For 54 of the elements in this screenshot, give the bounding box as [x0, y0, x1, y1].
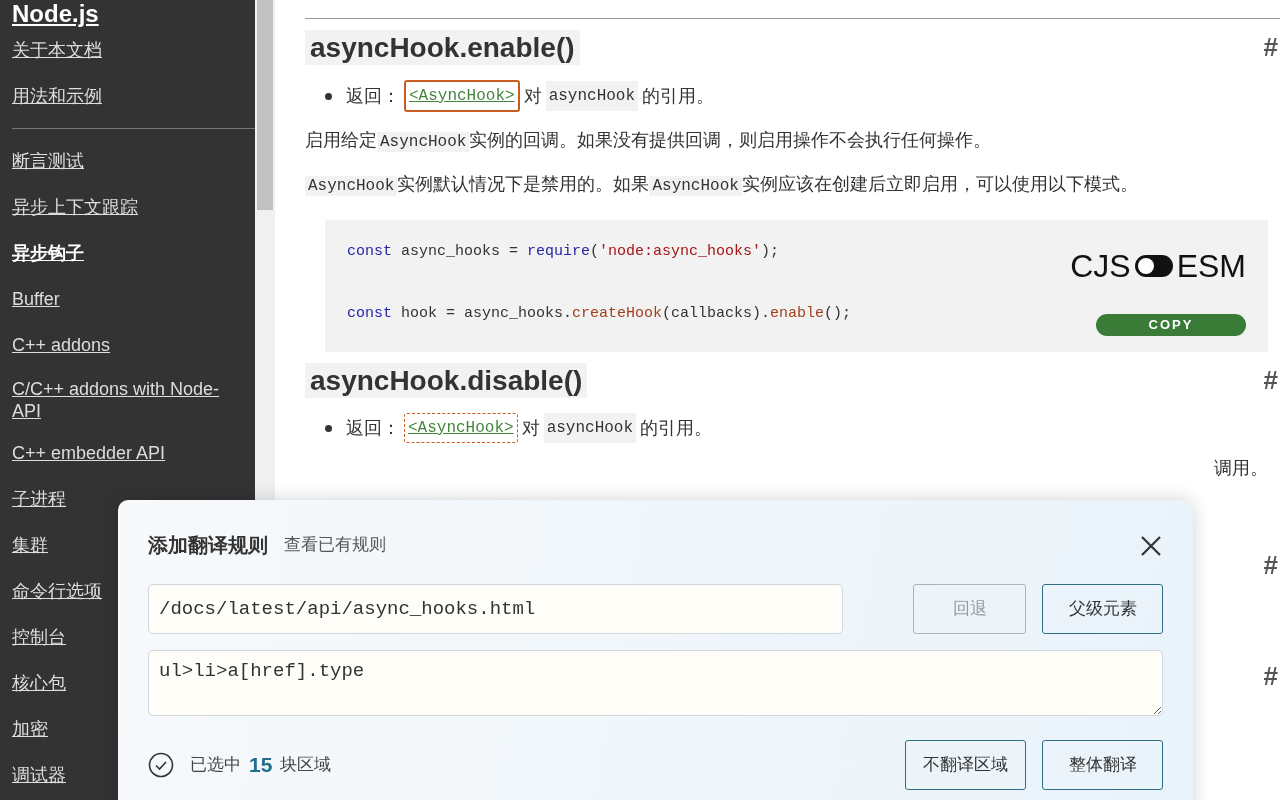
copy-button[interactable]: COPY	[1096, 314, 1246, 336]
text: 实例的回调。如果没有提供回调，则启用操作不会执行任何操作。	[469, 130, 992, 150]
view-rules-link[interactable]: 查看已有规则	[284, 532, 386, 558]
action-button[interactable]: 整体翻译	[1042, 740, 1163, 790]
selector-field[interactable]: ul>li>a[href].type	[148, 650, 1163, 716]
site-title-link[interactable]: Node.js	[12, 0, 243, 28]
section-heading: asyncHook.disable()	[305, 363, 588, 398]
sidebar-link[interactable]: C/C++ addons with Node-API	[12, 369, 243, 431]
type-link[interactable]: <AsyncHook>	[404, 413, 518, 443]
parent-element-button[interactable]: 父级元素	[1042, 584, 1163, 634]
anchor-link[interactable]: #	[1263, 550, 1278, 580]
text: 对	[523, 85, 542, 108]
text: 实例默认情况下是禁用的。如果	[397, 174, 650, 194]
inline-code: AsyncHook	[305, 176, 398, 196]
code-line: const async_hooks = require('node:async_hooks');	[347, 242, 781, 262]
type-link[interactable]: <AsyncHook>	[404, 80, 520, 112]
dialog-title: 添加翻译规则	[148, 533, 268, 558]
text: 实例应该在创建后立即启用，可以使用以下模式。	[741, 174, 1138, 194]
action-button[interactable]: 不翻译区域	[905, 740, 1026, 790]
selected-count: 15	[249, 752, 273, 779]
inline-code: asyncHook	[543, 413, 637, 443]
text: 返回：	[346, 85, 400, 108]
close-button[interactable]	[1139, 533, 1163, 557]
sidebar-link[interactable]: C++ embedder API	[12, 431, 243, 477]
code-line: const hook = async_hooks.createHook(callbacks).enable();	[347, 304, 852, 324]
sidebar-link[interactable]: Buffer	[12, 277, 243, 323]
sidebar-link[interactable]: 用法和示例	[12, 74, 243, 120]
check-icon	[148, 752, 174, 778]
sidebar-link[interactable]: C++ addons	[12, 323, 243, 369]
module-label: CJS	[1070, 247, 1131, 286]
status-text: 已选中	[190, 754, 241, 777]
text: 返回：	[346, 417, 400, 440]
sidebar-link[interactable]: 关于本文档	[12, 28, 243, 74]
anchor-link[interactable]: #	[1263, 28, 1278, 67]
text: 对	[521, 417, 540, 440]
anchor-link[interactable]: #	[1263, 361, 1278, 400]
inline-code: AsyncHook	[649, 176, 742, 196]
bullet-icon	[325, 424, 332, 432]
text: 启用给定	[305, 130, 377, 150]
inline-code: asyncHook	[545, 81, 639, 111]
module-toggle[interactable]	[1134, 255, 1173, 277]
text: 的引用。	[640, 417, 713, 440]
sidebar-link[interactable]: 异步钩子	[12, 231, 243, 277]
sidebar-link[interactable]: 断言测试	[12, 139, 243, 185]
url-field[interactable]: /docs/latest/api/async_hooks.html	[148, 584, 843, 634]
section-heading: asyncHook.enable()	[305, 30, 580, 65]
inline-code: AsyncHook	[377, 132, 470, 152]
text: 的引用。	[642, 85, 715, 108]
module-label: ESM	[1176, 247, 1246, 286]
anchor-link[interactable]: #	[1263, 661, 1278, 691]
sidebar-link[interactable]: 异步上下文跟踪	[12, 185, 243, 231]
status-text: 块区域	[280, 754, 332, 777]
bullet-icon	[325, 92, 332, 100]
paragraph-text: 调用。	[1214, 458, 1268, 478]
